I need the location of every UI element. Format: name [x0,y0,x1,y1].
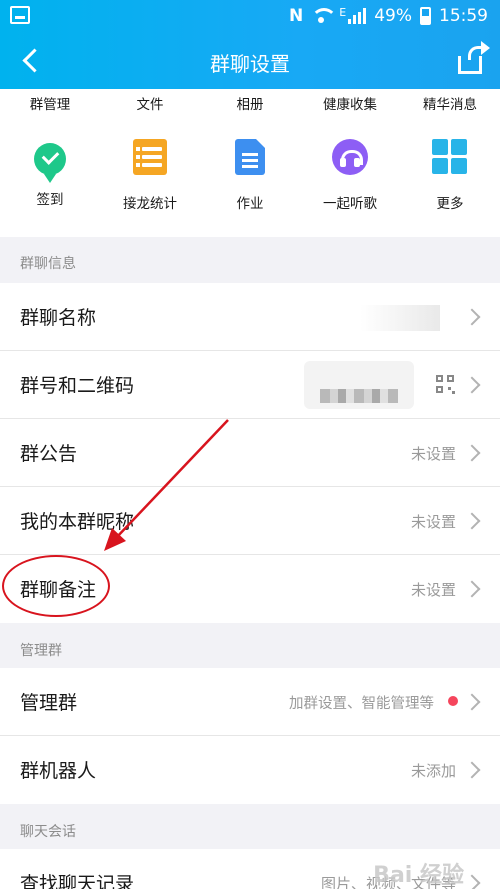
section-manage: 管理群 [20,643,62,659]
chevron-right-icon [463,512,481,530]
battery-percent: 49% [374,6,412,26]
row-title: 群公告 [20,443,78,465]
tool-health-collect[interactable]: 健康收集 [323,93,377,113]
watermark-logo: Bai 经验 [373,863,464,888]
row-group-robot[interactable]: 群机器人 未添加 [0,736,500,804]
annotation-circle [2,555,110,617]
nav-bar: 群聊设置 [0,34,500,89]
row-announcement[interactable]: 群公告 未设置 [0,419,500,487]
chevron-right-icon [463,376,481,394]
chevron-right-icon [463,874,481,889]
tool-check-in[interactable]: 签到 [0,139,100,208]
tool-label: 签到 [36,192,64,208]
row-title: 查找聊天记录 [20,873,135,889]
group-tools-panel: 群管理 文件 相册 健康收集 精华消息 签到 接龙统计 作业 一起听歌 更多 [0,89,500,237]
redacted-value [304,361,414,409]
tool-chain-stats[interactable]: 接龙统计 [100,139,200,212]
qr-code-icon [436,375,455,394]
list-icon [133,139,167,175]
nfc-icon: N [289,6,304,26]
tool-label: 作业 [236,196,264,212]
tool-label: 接龙统计 [123,196,177,212]
row-group-name[interactable]: 群聊名称 [0,283,500,351]
network-type-label: E [339,5,347,19]
row-title: 群机器人 [20,760,97,782]
notification-icon [10,6,30,24]
section-chat: 聊天会话 [20,824,76,840]
tool-files[interactable]: 文件 [137,93,164,113]
grid-icon [432,139,468,175]
redacted-value [360,305,440,331]
notification-dot [448,696,458,706]
check-in-icon [34,143,66,183]
document-icon [235,139,265,175]
status-bar: N E 49% 15:59 [0,0,500,34]
wifi-icon [311,8,338,24]
row-value: 未设置 [410,513,456,531]
page-title: 群聊设置 [210,52,290,76]
tool-more[interactable]: 更多 [400,139,500,212]
row-value: 未添加 [410,762,456,780]
tool-group-manage[interactable]: 群管理 [30,93,71,113]
headphones-icon [332,139,368,175]
row-group-number-qr[interactable]: 群号和二维码 [0,351,500,419]
chevron-right-icon [463,693,481,711]
row-value: 未设置 [410,581,456,599]
clock: 15:59 [439,6,488,26]
chevron-right-icon [463,308,481,326]
section-group-info: 群聊信息 [20,256,76,272]
row-value: 加群设置、智能管理等 [289,696,434,712]
signal-icon [348,8,367,24]
row-title: 群聊名称 [20,307,97,329]
tool-featured-messages[interactable]: 精华消息 [423,93,477,113]
tool-homework[interactable]: 作业 [200,139,300,212]
row-title: 我的本群昵称 [20,511,135,533]
row-manage-group[interactable]: 管理群 加群设置、智能管理等 [0,668,500,736]
row-my-nickname[interactable]: 我的本群昵称 未设置 [0,487,500,555]
tool-label: 一起听歌 [323,196,377,212]
row-title: 管理群 [20,692,78,714]
chevron-right-icon [463,761,481,779]
chevron-right-icon [463,444,481,462]
row-title: 群号和二维码 [20,375,135,397]
battery-icon [420,7,431,25]
share-icon[interactable] [458,41,490,74]
tools-top-row: 群管理 文件 相册 健康收集 精华消息 [0,93,500,115]
tool-album[interactable]: 相册 [237,93,264,113]
chevron-right-icon [463,580,481,598]
tool-label: 更多 [436,196,464,212]
tool-listen-together[interactable]: 一起听歌 [300,139,400,212]
row-value: 未设置 [410,445,456,463]
